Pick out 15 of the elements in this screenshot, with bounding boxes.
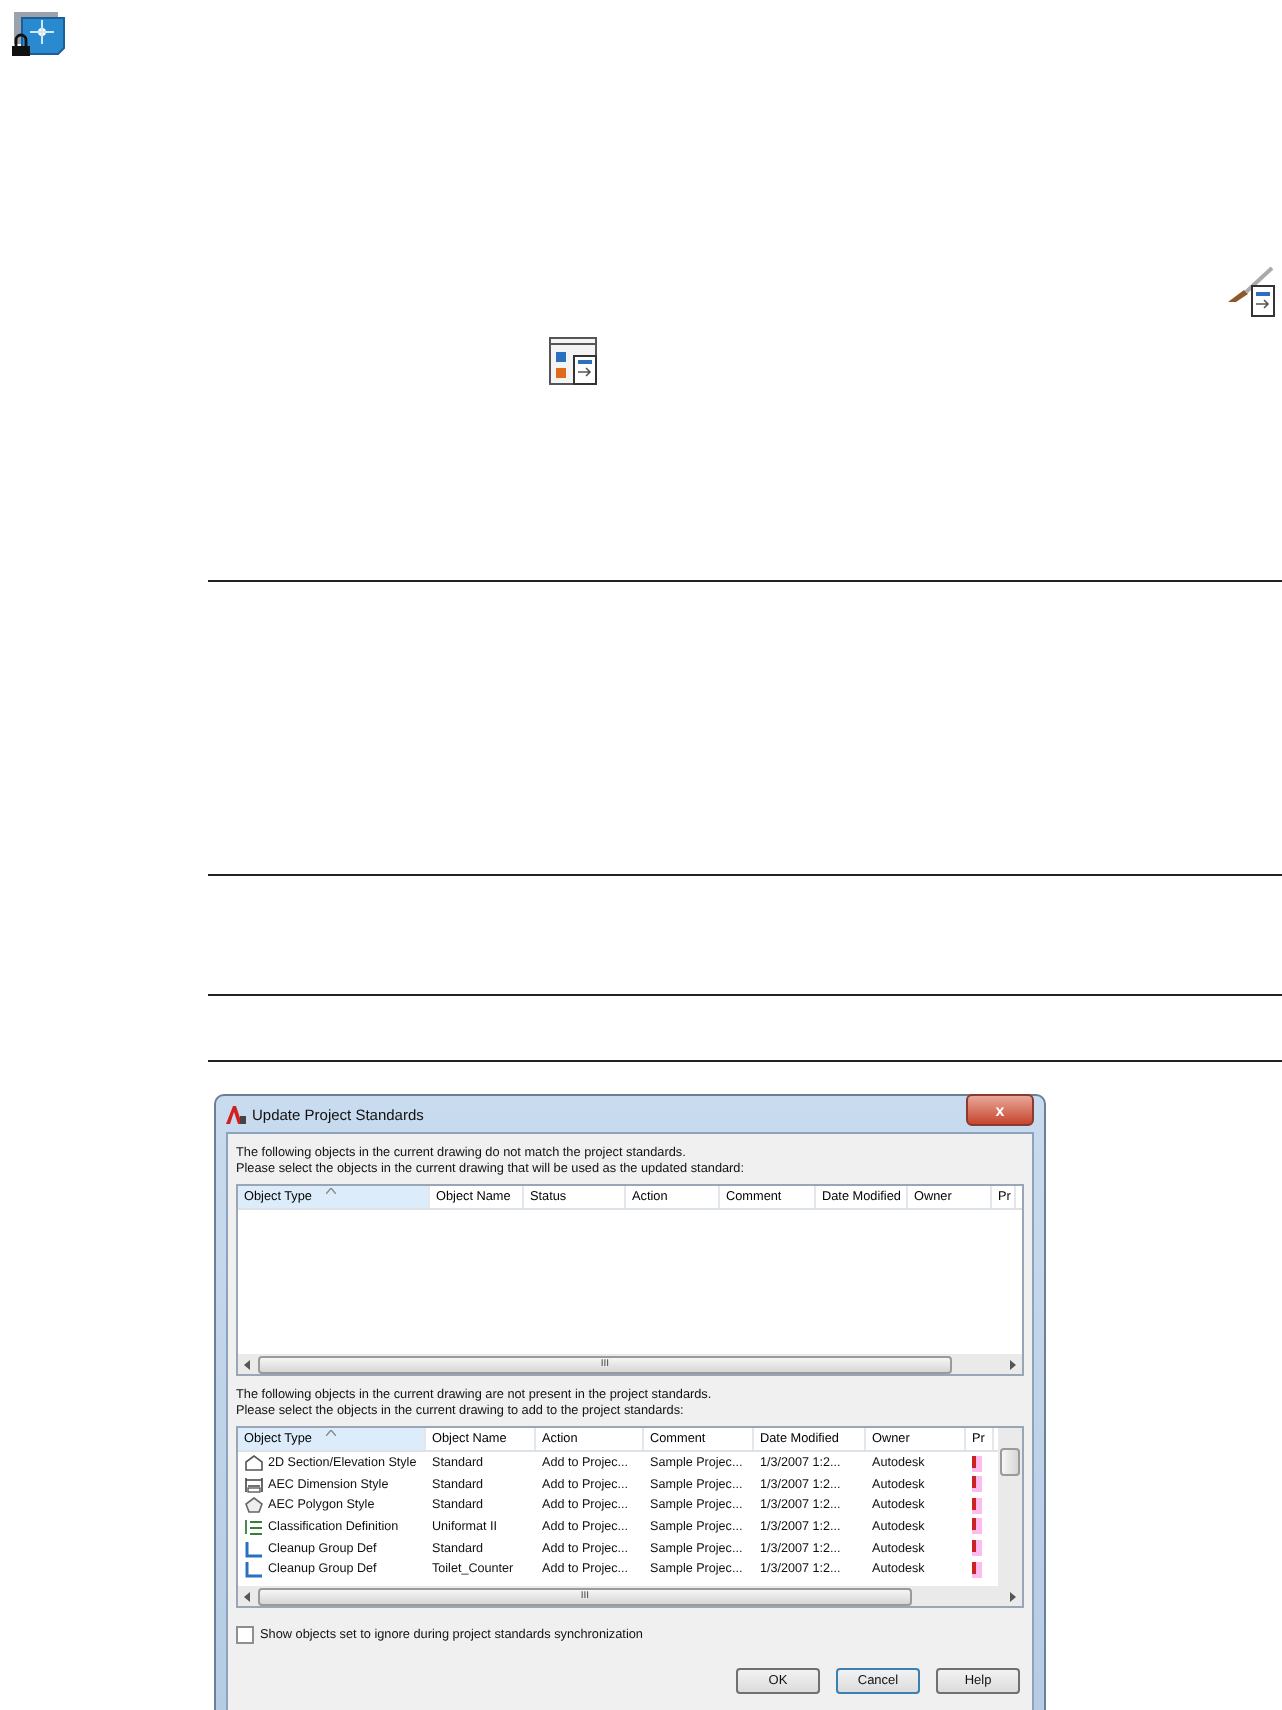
sort-icon [326,1188,336,1195]
building-icon [244,1454,264,1473]
vertical-scrollbar[interactable] [998,1428,1022,1587]
list-icon [244,1517,264,1536]
polygon-icon [244,1496,264,1515]
scroll-left-icon[interactable] [244,1591,252,1602]
scroll-right-icon[interactable] [1008,1591,1016,1602]
scroll-left-icon[interactable] [244,1359,252,1370]
scroll-right-icon[interactable] [1008,1359,1016,1370]
checkbox[interactable] [236,1626,254,1645]
blueprint-lock-icon [10,10,66,58]
app-logo-icon [226,1105,246,1123]
panel-sheet-icon [548,336,602,386]
sort-icon [326,1430,336,1437]
dimension-icon [244,1475,264,1494]
